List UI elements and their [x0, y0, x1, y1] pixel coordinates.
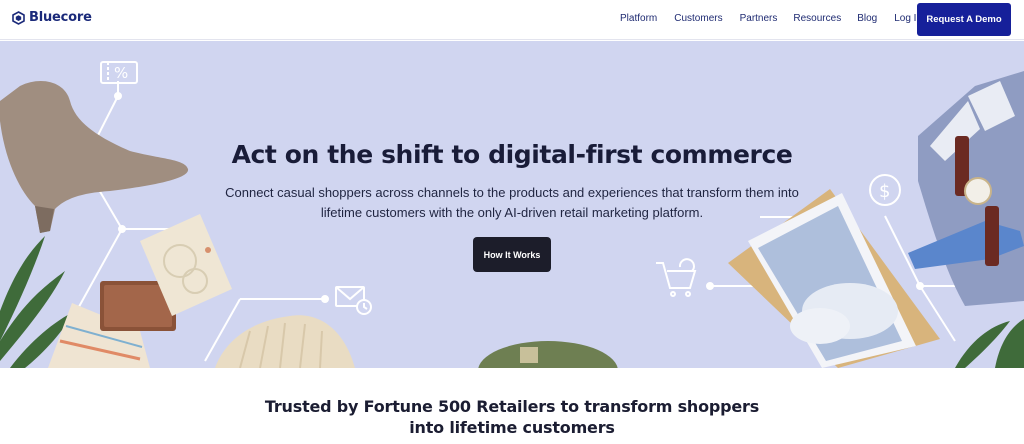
svg-text:%: % — [114, 64, 128, 82]
hero-subhead-line2: lifetime customers with the only AI-driv… — [320, 205, 704, 220]
hero-section: % $ Act on the shift to digital-first co… — [0, 41, 1024, 368]
coupon-icon: % — [100, 61, 138, 84]
svg-text:$: $ — [879, 181, 890, 202]
nav-resources[interactable]: Resources — [793, 13, 841, 24]
trusted-line2: into lifetime customers — [409, 418, 615, 437]
nav-links: Platform Customers Partners Resources Bl… — [620, 13, 938, 24]
trusted-line1: Trusted by Fortune 500 Retailers to tran… — [264, 397, 760, 416]
cart-refresh-icon — [656, 258, 697, 297]
request-demo-button[interactable]: Request A Demo — [917, 3, 1011, 36]
bluecore-logo[interactable]: Bluecore — [12, 10, 92, 25]
hero-subhead: Connect casual shoppers across channels … — [200, 183, 824, 223]
hero-subhead-line1: Connect casual shoppers across channels … — [225, 185, 799, 200]
brand-name: Bluecore — [29, 10, 92, 25]
green-plate — [478, 341, 618, 368]
nav-customers[interactable]: Customers — [674, 13, 722, 24]
nav-platform[interactable]: Platform — [620, 13, 657, 24]
plate-item — [520, 347, 538, 363]
top-navbar: Bluecore Platform Customers Partners Res… — [0, 0, 1024, 40]
hexagon-logo-icon — [12, 10, 25, 25]
nav-partners[interactable]: Partners — [740, 13, 778, 24]
leaves-right — [955, 319, 1024, 368]
email-clock-icon — [335, 286, 372, 315]
hero-headline: Act on the shift to digital-first commer… — [231, 140, 793, 169]
dollar-icon: $ — [869, 174, 901, 206]
nav-blog[interactable]: Blog — [857, 13, 877, 24]
trusted-heading: Trusted by Fortune 500 Retailers to tran… — [0, 396, 1024, 438]
how-it-works-button[interactable]: How It Works — [473, 237, 551, 272]
fringed-scarf — [215, 315, 355, 368]
